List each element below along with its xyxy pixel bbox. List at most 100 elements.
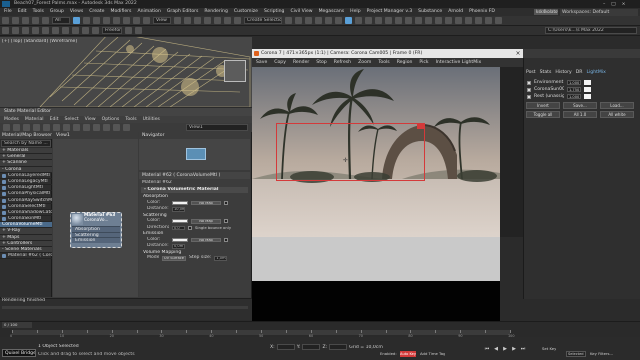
layer-color-swatch[interactable]: [584, 80, 591, 85]
vfb-tool-button[interactable]: Stop: [316, 58, 326, 67]
all-one-button[interactable]: All 1.0: [563, 111, 597, 118]
maxscript-listener[interactable]: Quixel Bridge: [2, 349, 36, 357]
view-tab[interactable]: View1: [53, 132, 138, 139]
corona-camera-icon[interactable]: [465, 17, 472, 24]
absorption-color-swatch[interactable]: [172, 200, 188, 205]
step-size-spinner[interactable]: 1,0m: [214, 256, 228, 261]
menu-item[interactable]: Scripting: [264, 8, 284, 16]
delete-selected-icon[interactable]: [43, 124, 50, 131]
time-slider[interactable]: 0 / 100: [2, 322, 32, 328]
menu-item[interactable]: Modifiers: [110, 8, 131, 16]
key-mode-dropdown[interactable]: Selected: [566, 351, 586, 357]
invert-button[interactable]: Invert: [526, 102, 560, 109]
select-manipulate-icon[interactable]: [184, 17, 191, 24]
directionality-spinner[interactable]: 0,0: [172, 225, 185, 230]
freeform-tab[interactable]: Freeform: [102, 27, 122, 34]
align-icon[interactable]: [295, 17, 302, 24]
move-children-icon[interactable]: [53, 124, 60, 131]
z-coord-field[interactable]: [329, 344, 348, 350]
layer-color-swatch[interactable]: [584, 87, 591, 92]
render-region-box[interactable]: [276, 123, 425, 181]
rendered-frame-icon[interactable]: [365, 17, 372, 24]
corona-interactive-icon[interactable]: [405, 17, 412, 24]
previous-frame-icon[interactable]: ◀: [493, 346, 499, 352]
workspaces-selector[interactable]: Workspaces: Default: [560, 9, 638, 16]
vfb-tool-button[interactable]: Refresh: [334, 58, 351, 67]
vfb-tool-button[interactable]: Tools: [378, 58, 389, 67]
sme-menu-item[interactable]: Options: [102, 116, 120, 123]
maximize-icon[interactable]: □: [611, 2, 615, 7]
schematic-view-icon[interactable]: [335, 17, 342, 24]
menu-item[interactable]: Civil View: [290, 8, 312, 16]
select-object-icon[interactable]: [73, 17, 80, 24]
sme-menu-item[interactable]: Utilities: [143, 116, 160, 123]
layer-enable-checkbox[interactable]: [527, 94, 531, 99]
node-slot[interactable]: Emission: [72, 237, 120, 243]
selection-set-field[interactable]: Create Selection Se: [244, 17, 282, 24]
render-production-icon[interactable]: [375, 17, 382, 24]
rect-selection-icon[interactable]: [93, 17, 100, 24]
link-icon[interactable]: [22, 17, 29, 24]
menu-item[interactable]: Views: [70, 8, 83, 16]
corona-render-icon[interactable]: [385, 17, 392, 24]
menu-item[interactable]: Group: [50, 8, 64, 16]
browser-material-item[interactable]: Material #62 ( CoronaVolumeMtl ): [0, 253, 52, 260]
placement-icon[interactable]: [143, 17, 150, 24]
single-bounce-checkbox[interactable]: [188, 225, 192, 230]
key-filters-button[interactable]: Key Filters...: [590, 351, 613, 356]
layout-children-icon[interactable]: [93, 124, 100, 131]
layer-intensity-spinner[interactable]: 1.750: [567, 87, 581, 92]
corona-proxy-icon[interactable]: [435, 17, 442, 24]
layer-color-swatch[interactable]: [584, 94, 591, 99]
corona-sun-icon[interactable]: [475, 17, 482, 24]
vfb-panel-tab[interactable]: DR: [576, 69, 583, 76]
select-tool-icon[interactable]: [3, 124, 10, 131]
layer-enable-checkbox[interactable]: [527, 80, 531, 85]
mirror-icon[interactable]: [285, 17, 292, 24]
menu-item[interactable]: Arnold: [448, 8, 463, 16]
add-time-tag[interactable]: Add Time Tag: [420, 351, 445, 356]
reference-coordinate[interactable]: View: [153, 17, 171, 24]
pick-material-icon[interactable]: [13, 124, 20, 131]
pivot-icon[interactable]: [174, 17, 181, 24]
absorption-map-checkbox[interactable]: [224, 200, 228, 205]
vfb-tool-button[interactable]: Pick: [419, 58, 428, 67]
vfb-panel-tab[interactable]: Post: [526, 69, 536, 76]
emission-map-checkbox[interactable]: [224, 237, 228, 242]
minimize-icon[interactable]: –: [603, 2, 605, 7]
menu-item[interactable]: Customize: [234, 8, 258, 16]
display-icon[interactable]: [62, 27, 69, 34]
angle-snap-icon[interactable]: [214, 17, 221, 24]
menu-item[interactable]: Megascans: [319, 8, 345, 16]
menu-item[interactable]: Tools: [33, 8, 44, 16]
volume-mode-dropdown[interactable]: UV Surface: [162, 256, 186, 261]
x-coord-field[interactable]: [276, 344, 295, 350]
keyboard-shortcut-icon[interactable]: [194, 17, 201, 24]
vfb-tool-button[interactable]: Region: [397, 58, 413, 67]
sme-menu-item[interactable]: Modes: [4, 116, 19, 123]
set-key-label[interactable]: Set Key: [542, 346, 556, 351]
window-crossing-icon[interactable]: [103, 17, 110, 24]
sme-menu-item[interactable]: Tools: [125, 116, 136, 123]
unlink-icon[interactable]: [32, 17, 39, 24]
material-map-browser-icon[interactable]: [103, 124, 110, 131]
toggle-ribbon-icon[interactable]: [315, 17, 322, 24]
curve-editor-icon[interactable]: [325, 17, 332, 24]
sme-menu-item[interactable]: Edit: [50, 116, 59, 123]
sme-view-selector[interactable]: View1: [186, 124, 248, 131]
menu-item[interactable]: Graph Editors: [167, 8, 199, 16]
rotate-icon[interactable]: [123, 17, 130, 24]
close-icon[interactable]: ×: [622, 2, 626, 7]
move-icon[interactable]: [113, 17, 120, 24]
next-frame-icon[interactable]: ▶: [511, 346, 517, 352]
auto-key-button[interactable]: Auto Key: [400, 351, 416, 357]
scattering-map-button[interactable]: No Map: [191, 219, 221, 224]
lock-icon[interactable]: [72, 27, 79, 34]
sme-menu-item[interactable]: View: [85, 116, 96, 123]
assign-material-icon[interactable]: [33, 124, 40, 131]
vfb-panel-tab[interactable]: LightMix: [586, 69, 605, 76]
menu-item[interactable]: Rendering: [204, 8, 227, 16]
rollout-corona-volumetric[interactable]: - Corona Volumetric Material: [141, 187, 248, 193]
menu-item[interactable]: Substance: [418, 8, 442, 16]
absorption-distance-spinner[interactable]: 10,0m: [172, 207, 185, 212]
